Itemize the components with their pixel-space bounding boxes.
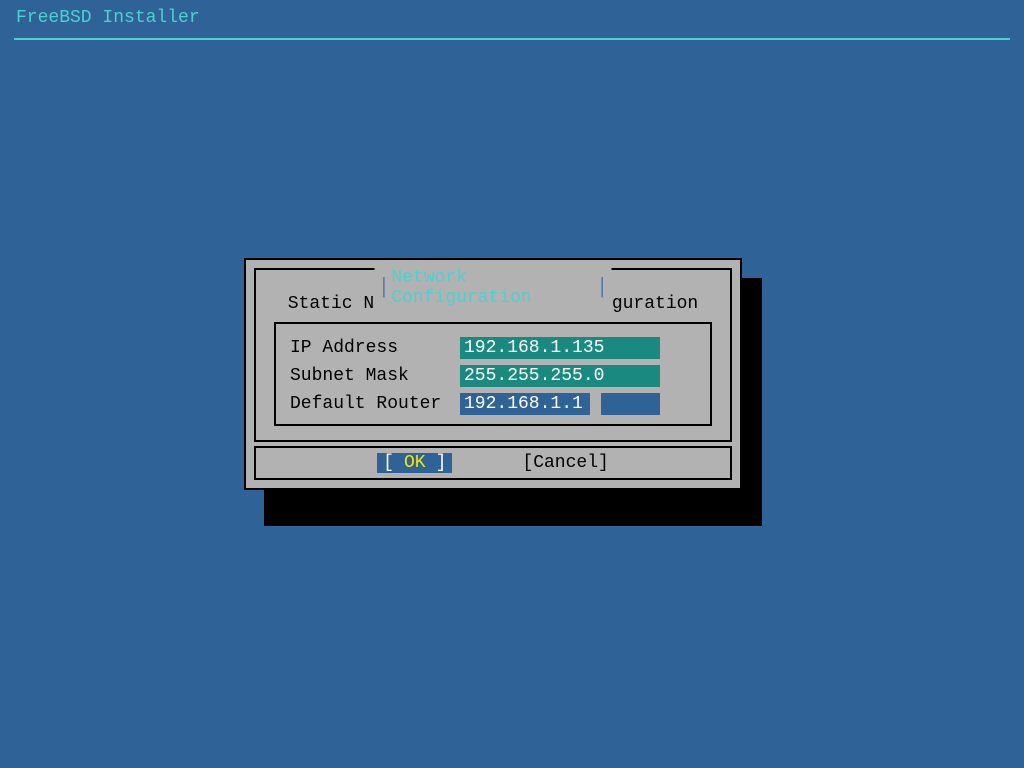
input-default-router[interactable]: [460, 393, 660, 415]
input-ip-address[interactable]: [460, 337, 660, 359]
label-subnet-mask: Subnet Mask: [290, 366, 460, 386]
title-bracket-left: │: [379, 278, 390, 298]
dialog-title-wrap: │ Network Configuration │: [375, 268, 612, 308]
cancel-button[interactable]: [Cancel]: [522, 453, 608, 473]
label-ip-address: IP Address: [290, 338, 460, 358]
ok-button[interactable]: [OK]: [377, 453, 452, 473]
dialog-frame: │ Network Configuration │ Static Network…: [254, 268, 732, 442]
text-cursor: [590, 393, 601, 415]
input-subnet-mask[interactable]: [460, 365, 660, 387]
label-default-router: Default Router: [290, 394, 460, 414]
form-frame: IP Address Subnet Mask Default Router: [274, 322, 712, 426]
title-bracket-right: │: [597, 278, 608, 298]
header-divider: [14, 38, 1010, 40]
dialog-title: Network Configuration: [389, 268, 596, 308]
field-row-ip: IP Address: [290, 334, 696, 362]
network-config-dialog: │ Network Configuration │ Static Network…: [244, 258, 742, 490]
field-row-router: Default Router: [290, 390, 696, 418]
field-row-subnet: Subnet Mask: [290, 362, 696, 390]
page-title: FreeBSD Installer: [0, 0, 1024, 36]
button-bar: [OK] [Cancel]: [254, 446, 732, 480]
